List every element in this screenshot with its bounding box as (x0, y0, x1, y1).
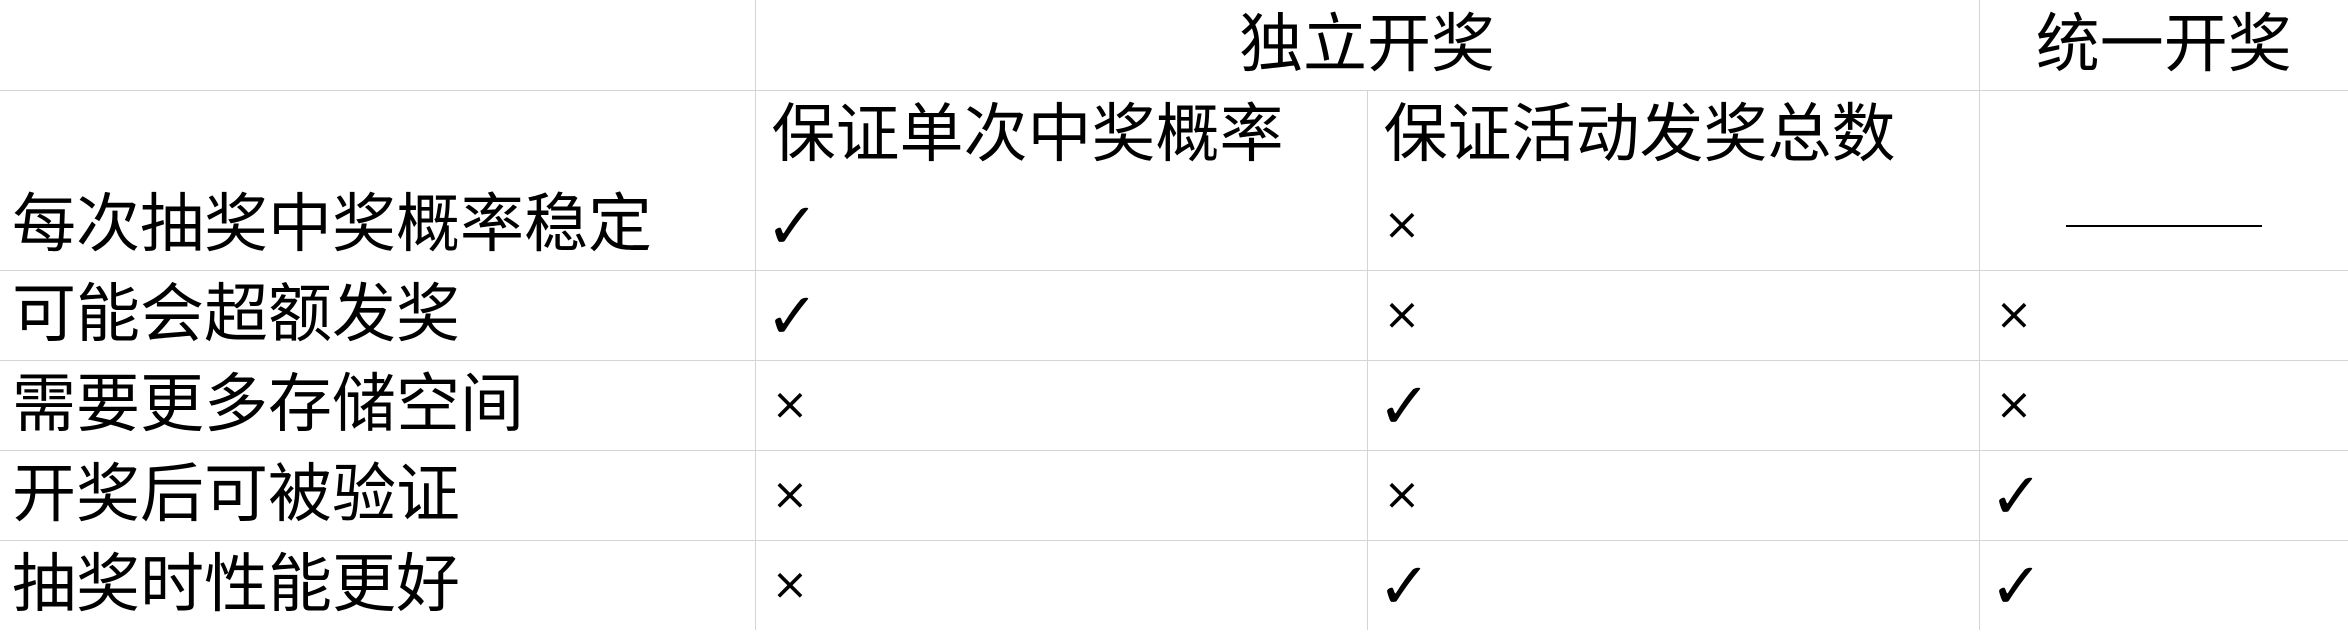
table-cell: ✓ (1978, 449, 2348, 541)
cross-icon: × (1995, 379, 2033, 430)
row-label: 需要更多存储空间 (0, 359, 756, 451)
table-body: 每次抽奖中奖概率稳定 ✓ × 可能会超额发奖 ✓ × × 需要更多存储空间 × ✓ × 开奖后可被验证… (0, 180, 2348, 630)
row-label: 抽奖时性能更好 (0, 539, 756, 630)
comparison-table: 独立开奖 统一开奖 保证单次中奖概率 保证活动发奖总数 每次抽奖中奖概率稳定 ✓ ×… (0, 0, 2348, 630)
empty-subheader-cell (0, 89, 756, 180)
table-cell: ✓ (1366, 359, 1980, 451)
table-cell: × (1978, 269, 2348, 361)
table-cell: ✓ (754, 269, 1368, 361)
table-cell: ✓ (1978, 539, 2348, 630)
group-header-independent-draw: 独立开奖 (754, 0, 1980, 91)
check-icon: ✓ (1989, 550, 2044, 625)
cross-icon: × (771, 469, 809, 520)
row-label: 每次抽奖中奖概率稳定 (0, 180, 756, 271)
cross-icon: × (1995, 289, 2033, 340)
cross-icon: × (771, 559, 809, 611)
table-row: 每次抽奖中奖概率稳定 ✓ × (0, 180, 2348, 271)
subheader-guarantee-total-prizes: 保证活动发奖总数 (1366, 89, 1980, 180)
row-label: 开奖后可被验证 (0, 449, 756, 541)
cross-icon: × (771, 379, 809, 430)
table-cell: × (754, 449, 1368, 541)
empty-corner-cell (0, 0, 756, 91)
sub-header-row: 保证单次中奖概率 保证活动发奖总数 (0, 89, 2348, 180)
table-cell: × (1366, 449, 1980, 541)
table-cell: × (1366, 269, 1980, 361)
cross-icon: × (1383, 198, 1421, 250)
group-header-unified-draw: 统一开奖 (1978, 0, 2348, 91)
cross-icon: × (1383, 469, 1421, 520)
cross-icon: × (1383, 289, 1421, 340)
dash-icon (2065, 224, 2262, 227)
check-icon: ✓ (1377, 370, 1432, 444)
check-icon: ✓ (1377, 550, 1432, 625)
check-icon: ✓ (765, 189, 820, 264)
subheader-guarantee-single-probability: 保证单次中奖概率 (754, 89, 1368, 180)
table-cell: × (1978, 359, 2348, 451)
check-icon: ✓ (1989, 460, 2044, 534)
table-cell: × (1366, 180, 1980, 271)
table-cell: ✓ (1366, 539, 1980, 630)
empty-subheader-cell (1978, 89, 2348, 180)
table-cell (1978, 180, 2348, 271)
table-row: 可能会超额发奖 ✓ × × (0, 269, 2348, 361)
row-label: 可能会超额发奖 (0, 269, 756, 361)
table-row: 抽奖时性能更好 × ✓ ✓ (0, 539, 2348, 630)
table-row: 需要更多存储空间 × ✓ × (0, 359, 2348, 451)
table-cell: × (754, 539, 1368, 630)
table-cell: × (754, 359, 1368, 451)
table-row: 开奖后可被验证 × × ✓ (0, 449, 2348, 541)
group-header-row: 独立开奖 统一开奖 (0, 0, 2348, 91)
check-icon: ✓ (765, 280, 820, 354)
table-cell: ✓ (754, 180, 1368, 271)
